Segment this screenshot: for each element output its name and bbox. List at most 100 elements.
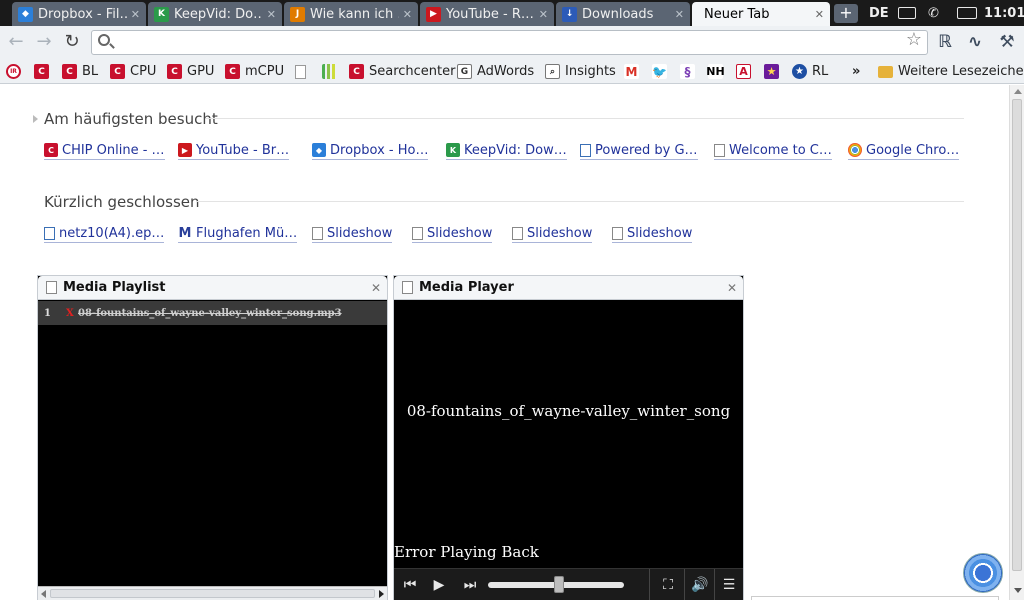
bookmarks-overflow-chevron[interactable]: » [852,62,860,81]
tab-close-icon[interactable]: ✕ [675,8,684,21]
scrollbar-thumb[interactable] [50,589,375,598]
most-visited-item[interactable]: Powered by G… [580,142,698,160]
most-visited-item[interactable]: ▶ YouTube - Br… [178,142,290,160]
playlist-item[interactable]: 1 X 08-fountains_of_wayne-valley_winter_… [38,301,387,325]
control-divider [684,569,685,600]
recently-closed-item[interactable]: Slideshow [512,225,593,243]
new-tab-button[interactable]: + [834,4,858,23]
scroll-right-arrow-icon[interactable] [379,590,384,598]
bookmark-star-icon[interactable]: ☆ [904,30,924,50]
site-label: Flughafen Mü… [196,225,298,241]
download-icon: ↓ [562,6,577,22]
wrench-menu-icon[interactable]: ⚒ [996,32,1018,52]
scrollbar-thumb[interactable] [1012,99,1022,571]
network-icon[interactable]: ✆ [928,0,939,26]
recently-closed-item[interactable]: Slideshow [612,225,693,243]
playlist-toggle-icon[interactable]: ☰ [717,573,741,597]
playlist-item-index: 1 [44,307,51,319]
tab-youtube[interactable]: ▶ YouTube - R… ✕ [420,2,554,26]
tab-title: YouTube - R… [446,6,534,22]
site-label: Slideshow [527,225,593,241]
media-player-panel: Media Player ✕ 08-fountains_of_wayne-val… [393,275,744,600]
chat-icon[interactable] [898,7,916,19]
previous-track-icon[interactable]: ⏮ [398,573,422,597]
scroll-down-arrow-icon[interactable] [1014,588,1022,593]
bookmark-nh[interactable]: NH [706,62,728,81]
bookmark-ir[interactable]: IR [6,62,26,81]
page-scrollbar[interactable] [1009,85,1024,600]
bookmark-twitter[interactable]: 🐦 [652,62,672,81]
next-track-icon[interactable]: ⏭ [458,573,482,597]
bookmark-label: GPU [187,64,215,79]
battery-icon[interactable] [957,7,977,19]
bookmark-insights[interactable]: ⌕ Insights [545,62,616,81]
bookmark-a[interactable]: A [736,62,756,81]
rss-extension-icon[interactable]: ℝ [934,32,956,52]
bookmark-bars[interactable] [322,62,342,81]
recently-closed-item[interactable]: Slideshow [312,225,393,243]
most-visited-item[interactable]: Welcome to C… [714,142,832,160]
most-visited-item[interactable]: ◆ Dropbox - Ho… [312,142,429,160]
back-button[interactable]: ← [6,32,26,52]
tab-close-icon[interactable]: ✕ [815,8,824,21]
page-icon [412,226,423,240]
bookmark-mcpu[interactable]: C mCPU [225,62,284,81]
bookmark-chip[interactable]: C [34,62,54,81]
section-divider [196,201,964,202]
fullscreen-icon[interactable]: ⛶ [656,573,680,597]
bookmark-adwords[interactable]: G AdWords [457,62,534,81]
bookmark-cpu[interactable]: C CPU [110,62,156,81]
most-visited-item[interactable]: K KeepVid: Dow… [446,142,567,160]
tab-dropbox[interactable]: ◆ Dropbox - Fil… ✕ [12,2,146,26]
scroll-up-arrow-icon[interactable] [1014,89,1022,94]
bookmark-label: mCPU [245,64,285,79]
close-icon[interactable]: ✕ [371,281,381,295]
bookmark-gpu[interactable]: C GPU [167,62,214,81]
bookmark-star-box[interactable]: ★ [764,62,784,81]
tab-downloads[interactable]: ↓ Downloads ✕ [556,2,690,26]
playlist-panel-header[interactable]: Media Playlist ✕ [38,276,387,300]
bookmark-searchcenter[interactable]: C Searchcenter [349,62,456,81]
player-panel-header[interactable]: Media Player ✕ [394,276,743,300]
bookmark-bl[interactable]: C BL [62,62,98,81]
most-visited-item[interactable]: Google Chro… [848,142,960,160]
player-controls: ⏮ ▶ ⏭ ⛶ 🔊 ☰ [394,568,743,600]
download-shelf-peek [751,596,999,600]
bookmark-label: RL [812,64,829,79]
tab-neuer-tab[interactable]: Neuer Tab ✕ [692,2,830,26]
recently-closed-item[interactable]: Slideshow [412,225,493,243]
language-indicator[interactable]: DE [869,0,889,26]
scroll-left-arrow-icon[interactable] [41,590,46,598]
seek-slider-handle[interactable] [553,576,564,593]
most-visited-item[interactable]: C CHIP Online - … [44,142,165,160]
reload-button[interactable]: ↻ [62,32,82,52]
play-icon[interactable]: ▶ [427,573,451,597]
recently-closed-item[interactable]: M Flughafen Mü… [178,225,298,243]
clock[interactable]: 11:01 [984,0,1024,26]
tab-keepvid[interactable]: K KeepVid: Do… ✕ [148,2,282,26]
collapse-triangle-icon[interactable] [33,115,38,123]
bookmark-page[interactable] [295,62,311,81]
pulse-extension-icon[interactable]: ∿ [964,32,986,52]
tab-close-icon[interactable]: ✕ [403,8,412,21]
forward-button[interactable]: → [34,32,54,52]
address-input[interactable] [118,33,898,52]
tab-close-icon[interactable]: ✕ [539,8,548,21]
bookmark-rl[interactable]: ★ RL [792,62,828,81]
omnibox[interactable] [91,30,928,55]
most-visited-title[interactable]: Am häufigsten besucht [44,110,218,128]
tab-close-icon[interactable]: ✕ [267,8,276,21]
tab-wie-kann-ich[interactable]: J Wie kann ich … ✕ [284,2,418,26]
page-blue-icon [44,226,55,240]
playlist-horizontal-scrollbar[interactable] [38,586,387,600]
bookmark-gmail[interactable]: M [624,62,644,81]
control-divider [649,569,650,600]
bookmark-swirl[interactable]: § [680,62,700,81]
volume-icon[interactable]: 🔊 [688,573,712,597]
other-bookmarks-folder[interactable]: Weitere Lesezeichen [878,62,1024,81]
bookmark-label: AdWords [477,64,535,79]
recently-closed-item[interactable]: netz10(A4).ep… [44,225,165,243]
tab-close-icon[interactable]: ✕ [131,8,140,21]
seek-slider[interactable] [488,576,624,593]
close-icon[interactable]: ✕ [727,281,737,295]
